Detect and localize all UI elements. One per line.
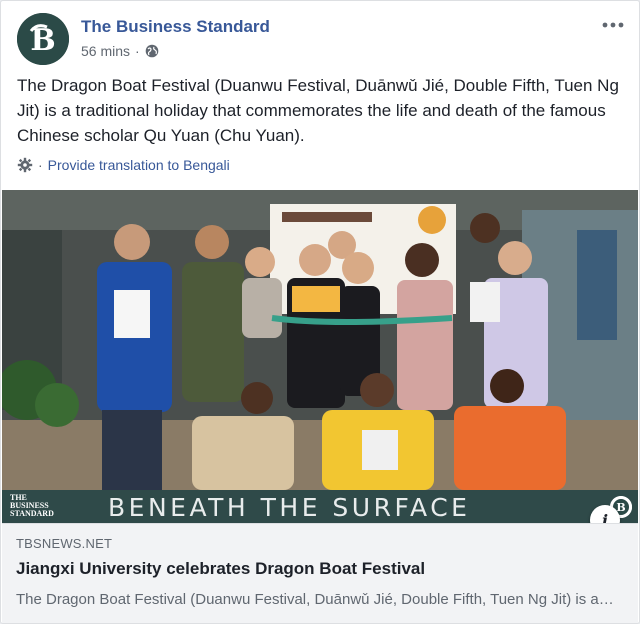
link-preview-footer[interactable]: TBSNEWS.NET Jiangxi University celebrate… [2,523,638,623]
tbs-logo-icon: B [17,13,69,65]
page-avatar[interactable]: B [17,13,69,65]
link-description: The Dragon Boat Festival (Duanwu Festiva… [16,591,616,608]
gear-icon [17,157,33,173]
provide-translation-link[interactable]: Provide translation to Bengali [48,157,230,173]
more-options-button[interactable] [599,15,627,35]
banner-logo-line: STANDARD [10,509,54,518]
post-meta: 56 mins · [81,43,159,59]
translate-row: · Provide translation to Bengali [17,157,230,173]
banner-logo: THE BUSINESS STANDARD [10,494,62,518]
image-banner: THE BUSINESS STANDARD BENEATH THE SURFAC… [2,490,638,523]
page-name-link[interactable]: The Business Standard [81,17,270,37]
post-timestamp[interactable]: 56 mins [81,43,130,59]
link-preview-image[interactable]: THE BUSINESS STANDARD BENEATH THE SURFAC… [2,190,638,523]
meta-separator: · [135,43,140,59]
translate-separator: · [38,157,43,173]
banner-title: BENEATH THE SURFACE [108,493,471,522]
more-horizontal-icon [602,22,624,28]
link-title[interactable]: Jiangxi University celebrates Dragon Boa… [16,559,425,579]
group-photo [2,190,638,490]
post-message: The Dragon Boat Festival (Duanwu Festiva… [17,76,619,145]
post-card: B The Business Standard 56 mins · The Dr… [0,0,640,624]
globe-icon[interactable] [145,44,159,58]
post-header: B The Business Standard 56 mins · [17,13,627,69]
link-domain: TBSNEWS.NET [16,536,113,551]
